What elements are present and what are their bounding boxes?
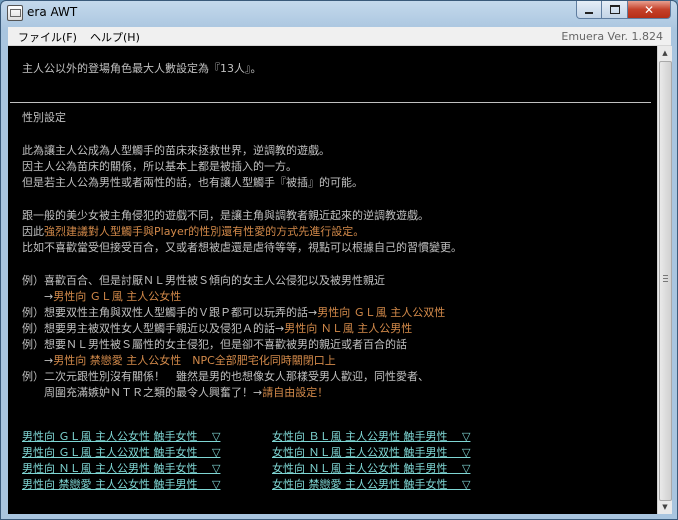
divider <box>10 102 651 103</box>
option-bl-male[interactable]: 女性向 ＢＬ風 主人公男性 触手男性 ▽ <box>272 430 470 444</box>
title-bar[interactable]: era AWT ✕ <box>1 1 677 25</box>
version-label: Emuera Ver. 1.824 <box>561 30 663 43</box>
section-title: 性別設定 <box>22 111 66 124</box>
highlight-text: 強烈建議對人型觸手與Player的性別還有性愛的方式先進行設定。 <box>44 225 365 238</box>
window-controls: ✕ <box>576 1 671 19</box>
app-window-icon <box>7 5 23 21</box>
close-button[interactable]: ✕ <box>628 1 671 19</box>
option-forbidden-male[interactable]: 女性向 禁戀愛 主人公男性 触手女性 ▽ <box>272 478 470 492</box>
maximize-icon <box>609 5 620 14</box>
close-icon: ✕ <box>643 2 655 17</box>
text-line: 但是若主人公為男性或者兩性的話，也有讓人型觸手『被插』的可能。 <box>22 176 363 189</box>
scroll-thumb[interactable] <box>659 61 672 501</box>
example-line: 例）喜歡百合、但是討厭ＮＬ男性被Ｓ傾向的女主人公侵犯以及被男性親近 <box>22 274 385 287</box>
menu-bar: ファイル(F) ヘルプ(H) Emuera Ver. 1.824 <box>8 27 671 46</box>
option-forbidden-female[interactable]: 男性向 禁戀愛 主人公女性 触手男性 ▽ <box>22 478 220 492</box>
minimize-button[interactable] <box>576 1 602 19</box>
text-line: 此為讓主人公成為人型觸手的苗床來拯救世界，逆調教的遊戲。 <box>22 144 330 157</box>
option-nl-female[interactable]: 女性向 ＮＬ風 主人公女性 触手男性 ▽ <box>272 462 470 476</box>
example-line: →男性向 ＧＬ風 主人公女性 <box>22 290 182 303</box>
menu-help[interactable]: ヘルプ(H) <box>86 29 144 45</box>
example-line: 例）想要ＮＬ男性被Ｓ屬性的女主侵犯，但是卻不喜歡被男的親近或者百合的話 <box>22 338 407 351</box>
app-window: era AWT ✕ ファイル(F) ヘルプ(H) Emuera Ver. 1.8… <box>0 0 678 520</box>
menu-file[interactable]: ファイル(F) <box>14 29 81 45</box>
scroll-up-icon[interactable]: ▲ <box>658 46 672 60</box>
option-gl-female[interactable]: 男性向 ＧＬ風 主人公女性 触手女性 ▽ <box>22 430 220 444</box>
option-gl-hermaphrodite[interactable]: 男性向 ＧＬ風 主人公双性 触手女性 ▽ <box>22 446 220 460</box>
maximize-button[interactable] <box>602 1 628 19</box>
header-line: 主人公以外的登場角色最大人數設定為『13人』。 <box>22 62 262 75</box>
example-line: →男性向 禁戀愛 主人公女性 NPC全部肥宅化同時關閉口上 <box>22 354 336 367</box>
option-nl-male[interactable]: 男性向 ＮＬ風 主人公男性 触手女性 ▽ <box>22 462 220 476</box>
console-output: 主人公以外的登場角色最大人數設定為『13人』。 性別設定 此為讓主人公成為人型觸… <box>8 46 657 514</box>
minimize-icon <box>585 11 593 14</box>
grip-icon <box>663 275 668 282</box>
window-title: era AWT <box>27 5 78 19</box>
option-nl-hermaphrodite[interactable]: 女性向 ＮＬ風 主人公双性 触手男性 ▽ <box>272 446 470 460</box>
example-line: 例）二次元跟性別沒有關係！ 雖然是男的也想像女人那樣受男人歡迎，同性愛者、 <box>22 370 429 383</box>
vertical-scrollbar[interactable]: ▲ ▼ <box>657 46 672 514</box>
scroll-down-icon[interactable]: ▼ <box>658 500 672 514</box>
example-line: 例）想要男主被双性女人型觸手親近以及侵犯Ａ的話→男性向 ＮＬ風 主人公男性 <box>22 322 413 335</box>
example-line: 例）想要双性主角與双性人型觸手的Ｖ跟Ｐ都可以玩弄的話→男性向 ＧＬ風 主人公双性 <box>22 306 446 319</box>
example-line: 周圍充滿嫉妒ＮＴＲ之類的最令人興奮了！→請自由設定！ <box>22 386 329 399</box>
text-line: 因主人公為苗床的關係，所以基本上都是被插入的一方。 <box>22 160 297 173</box>
text-line: 因此強烈建議對人型觸手與Player的性別還有性愛的方式先進行設定。 <box>22 225 365 238</box>
text-line: 比如不喜歡當受但接受百合，又或者想被虐還是虐待等等，視點可以根據自己的習慣變更。 <box>22 241 462 254</box>
text-line: 跟一般的美少女被主角侵犯的遊戲不同，是讓主角與調教者親近起來的逆調教遊戲。 <box>22 209 429 222</box>
